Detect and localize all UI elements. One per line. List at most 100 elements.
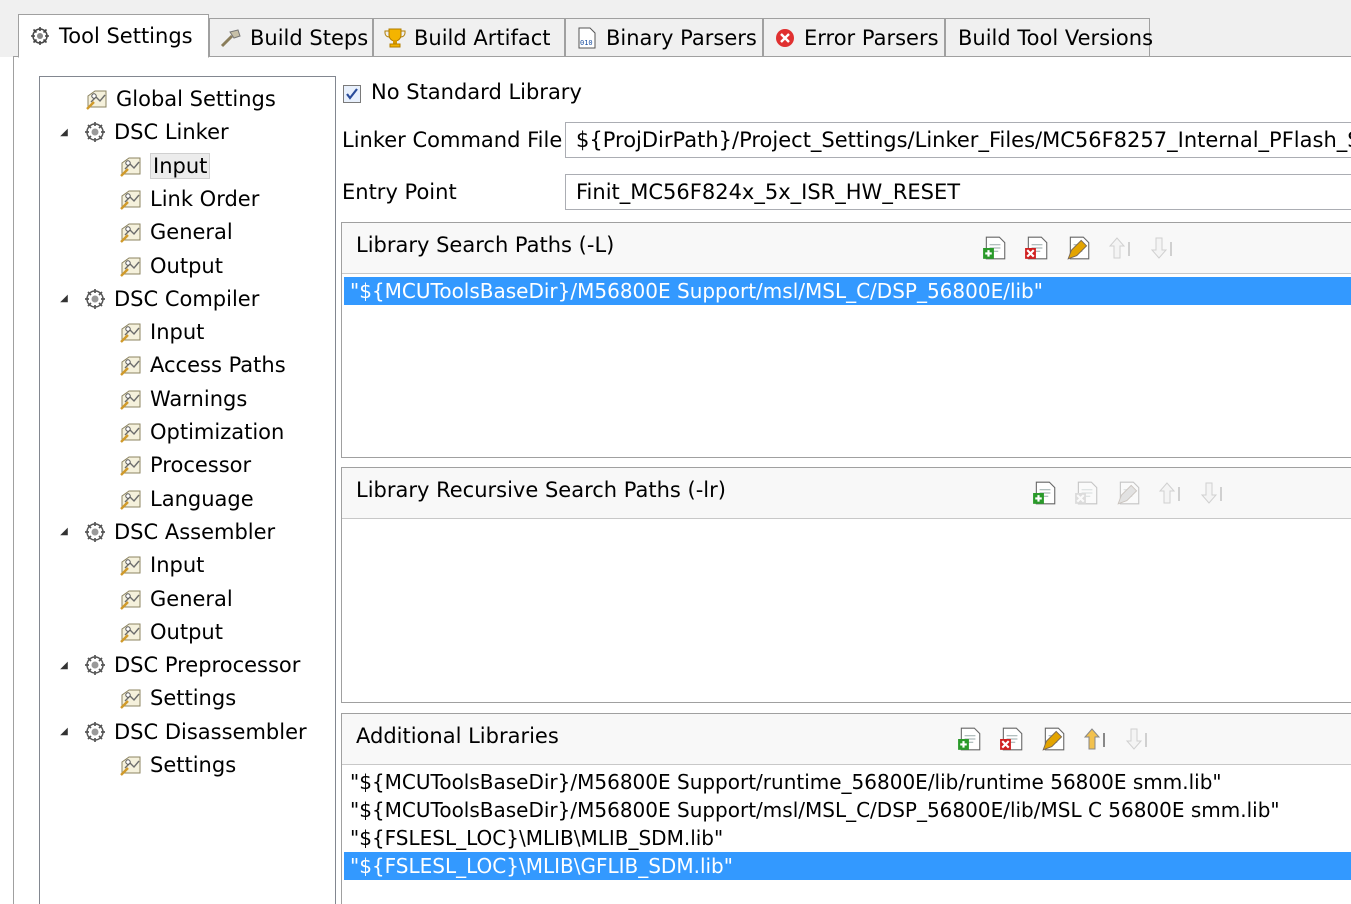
tree-node[interactable]: Access Paths <box>118 350 286 380</box>
delete-icon[interactable] <box>997 724 1027 754</box>
tree-node-label: Language <box>150 486 254 511</box>
settings-page-icon <box>118 619 144 645</box>
tree-node[interactable]: General <box>118 584 233 614</box>
trophy-icon <box>384 27 406 49</box>
settings-page-icon <box>118 319 144 345</box>
expand-arrow-icon[interactable]: ◢ <box>58 726 70 738</box>
tree-node[interactable]: Optimization <box>118 417 284 447</box>
tree-node-label: Global Settings <box>116 87 276 111</box>
build-steps-icon <box>220 27 242 49</box>
gear-icon <box>29 25 51 47</box>
add-icon[interactable] <box>1030 478 1060 508</box>
move-up-icon[interactable] <box>1081 724 1111 754</box>
tree-node-label: Optimization <box>150 420 285 444</box>
settings-page-icon <box>118 219 144 245</box>
move-down-icon[interactable] <box>1148 233 1178 263</box>
no-standard-library-label: No Standard Library <box>371 80 582 104</box>
list-item[interactable]: "${FSLESL_LOC}\MLIB\GFLIB_SDM.lib" <box>344 852 1351 880</box>
tab-label: Error Parsers <box>804 25 939 50</box>
move-down-icon[interactable] <box>1123 724 1153 754</box>
additional-libraries-list[interactable]: "${MCUToolsBaseDir}/M56800E Support/runt… <box>344 768 1351 904</box>
move-up-icon[interactable] <box>1106 233 1136 263</box>
tab-binary-parsers[interactable]: 010 Binary Parsers <box>565 18 763 56</box>
expand-arrow-icon[interactable]: ◢ <box>58 659 70 671</box>
tree-node-label: Settings <box>150 753 237 777</box>
tree-node[interactable]: Global Settings <box>84 84 276 114</box>
toolbar <box>980 233 1178 263</box>
tab-label: Build Tool Versions <box>958 25 1154 50</box>
no-standard-library-checkbox[interactable] <box>343 82 361 106</box>
tree-node[interactable]: Output <box>118 251 223 281</box>
tool-gear-icon <box>82 719 108 745</box>
group-title: Additional Libraries <box>356 724 559 748</box>
tab-build-artifact[interactable]: Build Artifact <box>373 18 565 56</box>
tool-gear-icon <box>82 286 108 312</box>
add-icon[interactable] <box>980 233 1010 263</box>
library-recursive-search-paths-list[interactable] <box>344 522 1351 702</box>
tree-node[interactable]: Input <box>118 550 204 580</box>
settings-page-icon <box>118 486 144 512</box>
tree-node[interactable]: ◢ DSC Compiler <box>58 284 259 314</box>
tree-node[interactable]: Processor <box>118 450 251 480</box>
tree-node[interactable]: ◢ DSC Preprocessor <box>58 650 300 680</box>
edit-icon[interactable] <box>1039 724 1069 754</box>
tree-node[interactable]: ◢ DSC Assembler <box>58 517 275 547</box>
tree-node[interactable]: Settings <box>118 683 236 713</box>
settings-page-icon <box>118 386 144 412</box>
edit-icon[interactable] <box>1064 233 1094 263</box>
tab-build-steps[interactable]: Build Steps <box>209 18 373 56</box>
entry-point-label: Entry Point <box>342 180 457 204</box>
delete-icon[interactable] <box>1072 478 1102 508</box>
linker-command-file-input[interactable]: ${ProjDirPath}/Project_Settings/Linker_F… <box>565 122 1351 158</box>
list-item[interactable]: "${MCUToolsBaseDir}/M56800E Support/runt… <box>344 768 1351 796</box>
library-search-paths-list[interactable]: "${MCUToolsBaseDir}/M56800E Support/msl/… <box>344 277 1351 457</box>
tree-node-label: Output <box>150 619 223 644</box>
settings-page-icon <box>118 452 144 478</box>
list-item[interactable]: "${MCUToolsBaseDir}/M56800E Support/msl/… <box>344 796 1351 824</box>
list-item[interactable]: "${MCUToolsBaseDir}/M56800E Support/msl/… <box>344 277 1351 305</box>
edit-icon[interactable] <box>1114 478 1144 508</box>
tab-build-tool-versions[interactable]: Build Tool Versions <box>945 18 1154 56</box>
tree-node[interactable]: ◢ DSC Linker <box>58 117 229 147</box>
settings-page-icon <box>118 419 144 445</box>
tree-node-label: Warnings <box>150 386 248 411</box>
group-header: Library Search Paths (-L) <box>342 223 1351 274</box>
entry-point-input[interactable]: Finit_MC56F824x_5x_ISR_HW_RESET <box>565 174 1351 210</box>
settings-page-icon <box>84 86 110 112</box>
library-search-paths-group: Library Search Paths (-L) "${MCUToolsBas… <box>341 222 1351 458</box>
tree-node-label: General <box>150 220 233 245</box>
tree-node-label: Input <box>150 320 205 345</box>
tab-label: Tool Settings <box>59 24 193 48</box>
tree-node[interactable]: Settings <box>118 750 236 780</box>
svg-text:010: 010 <box>580 39 593 47</box>
list-item[interactable]: "${FSLESL_LOC}\MLIB\MLIB_SDM.lib" <box>344 824 1351 852</box>
tree-node[interactable]: General <box>118 217 233 247</box>
tree-node[interactable]: ◢ DSC Disassembler <box>58 717 307 747</box>
group-header: Library Recursive Search Paths (-lr) <box>342 468 1351 519</box>
tab-label: Binary Parsers <box>606 25 757 50</box>
expand-arrow-icon[interactable]: ◢ <box>58 126 70 138</box>
checkbox-box[interactable] <box>343 85 361 103</box>
move-down-icon[interactable] <box>1198 478 1228 508</box>
tree-node[interactable]: Language <box>118 484 254 514</box>
group-title: Library Recursive Search Paths (-lr) <box>356 478 726 502</box>
tab-tool-settings[interactable]: Tool Settings <box>18 14 209 58</box>
tab-error-parsers[interactable]: Error Parsers <box>763 18 945 56</box>
tree-node[interactable]: Input <box>118 151 211 181</box>
tool-gear-icon <box>82 519 108 545</box>
delete-icon[interactable] <box>1022 233 1052 263</box>
tree-node-label: Input <box>150 553 205 578</box>
tree-node-label: Processor <box>150 453 252 478</box>
settings-page-icon <box>118 153 144 179</box>
tree-node[interactable]: Output <box>118 617 223 647</box>
add-icon[interactable] <box>955 724 985 754</box>
settings-page-icon <box>118 586 144 612</box>
move-up-icon[interactable] <box>1156 478 1186 508</box>
tree-node[interactable]: Warnings <box>118 384 247 414</box>
expand-arrow-icon[interactable]: ◢ <box>58 293 70 305</box>
tree-node[interactable]: Input <box>118 317 204 347</box>
tree-node[interactable]: Link Order <box>118 184 259 214</box>
tree-node-label: Input <box>150 152 211 179</box>
group-header: Additional Libraries <box>342 714 1351 765</box>
expand-arrow-icon[interactable]: ◢ <box>58 526 70 538</box>
